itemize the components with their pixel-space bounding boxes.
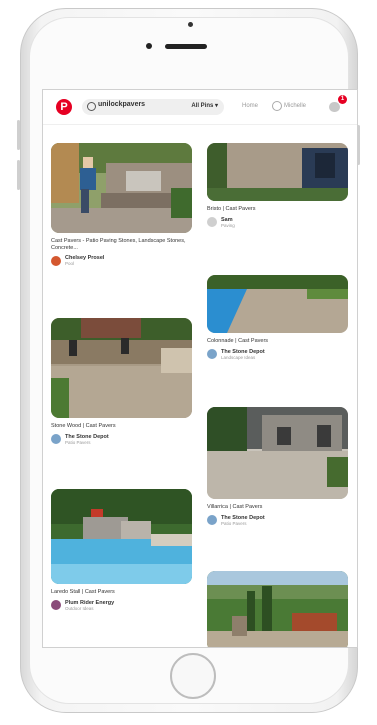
pin-user-name: The Stone Depot: [221, 348, 265, 355]
driveway-photo: [207, 143, 348, 201]
nav-home[interactable]: Home: [242, 103, 258, 109]
earpiece-speaker: [165, 44, 207, 49]
paver-patio-photo: [51, 318, 192, 418]
patio-steps-photo: [51, 143, 192, 233]
pin-user[interactable]: Chelsey Prosel Pool: [51, 255, 192, 266]
search-input[interactable]: unilockpavers All Pins ▾: [82, 99, 224, 115]
pin-board-name: Paving: [221, 222, 235, 228]
search-icon: [87, 102, 96, 111]
pins-filter-dropdown[interactable]: All Pins ▾: [191, 102, 218, 109]
pin-title[interactable]: Laredo Stall | Cast Pavers: [51, 589, 192, 596]
pin-image[interactable]: [207, 407, 348, 499]
pin-board-name: Pool: [65, 261, 75, 266]
app-screen: P unilockpavers All Pins ▾ Home Michelle…: [42, 89, 358, 648]
user-avatar: [51, 434, 61, 444]
front-camera: [146, 43, 152, 49]
pin-card[interactable]: Cast Pavers - Patio Paving Stones, Lands…: [51, 143, 192, 266]
pin-board-name: Patio Pavers: [65, 439, 91, 445]
pin-board-name: Patio Pavers: [221, 520, 247, 526]
pin-image[interactable]: [207, 571, 348, 647]
pool-deck-photo: [207, 275, 348, 333]
user-avatar: [207, 515, 217, 525]
pin-board-name: Landscape Ideas: [221, 354, 256, 360]
user-avatar: [51, 600, 61, 610]
pin-card[interactable]: Stone Wood | Cast Pavers The Stone Depot…: [51, 318, 192, 445]
stone-house-driveway-photo: [207, 407, 348, 499]
pin-title[interactable]: Villarrica | Cast Pavers: [207, 504, 348, 511]
pin-card[interactable]: Laredo Stall | Cast Pavers Plum Rider En…: [51, 489, 192, 611]
front-sensor: [188, 22, 193, 27]
pin-card[interactable]: Bristo | Cast Pavers Sam Paving: [207, 143, 348, 228]
pin-title[interactable]: Bristo | Cast Pavers: [207, 206, 348, 213]
nav-profile[interactable]: Michelle: [284, 103, 306, 109]
home-button[interactable]: [170, 653, 216, 699]
pin-title[interactable]: Cast Pavers - Patio Paving Stones, Lands…: [51, 238, 192, 251]
user-avatar: [207, 349, 217, 359]
pin-image[interactable]: [51, 143, 192, 233]
pin-user[interactable]: The Stone Depot Patio Pavers: [207, 515, 348, 526]
pin-user[interactable]: The Stone Depot Patio Pavers: [51, 434, 192, 445]
pin-card[interactable]: [207, 571, 348, 647]
chat-icon[interactable]: [329, 102, 340, 112]
pin-user-name: The Stone Depot: [221, 514, 265, 521]
pin-user[interactable]: The Stone Depot Landscape Ideas: [207, 349, 348, 360]
pin-card[interactable]: Villarrica | Cast Pavers The Stone Depot…: [207, 407, 348, 526]
pin-image[interactable]: [207, 275, 348, 333]
notification-badge[interactable]: 1: [338, 95, 347, 104]
user-avatar-icon[interactable]: [272, 101, 282, 111]
top-bar: P unilockpavers All Pins ▾ Home Michelle…: [43, 90, 357, 125]
pin-user[interactable]: Sam Paving: [207, 217, 348, 228]
pin-user[interactable]: Plum Rider Energy Outdoor Ideas: [51, 600, 192, 611]
pin-card[interactable]: Colonnade | Cast Pavers The Stone Depot …: [207, 275, 348, 360]
pinterest-logo[interactable]: P: [56, 99, 72, 115]
pool-waterfall-photo: [51, 489, 192, 584]
user-avatar: [51, 255, 61, 266]
pin-user-name: The Stone Depot: [65, 433, 109, 440]
pin-image[interactable]: [51, 318, 192, 418]
pin-image[interactable]: [51, 489, 192, 584]
pin-title[interactable]: Colonnade | Cast Pavers: [207, 338, 348, 345]
pin-user-name: Sam: [221, 216, 233, 223]
garden-patio-photo: [207, 571, 348, 647]
pin-title[interactable]: Stone Wood | Cast Pavers: [51, 423, 192, 430]
volume-button: [17, 160, 20, 190]
search-query: unilockpavers: [98, 101, 146, 108]
user-avatar: [207, 217, 217, 227]
pin-image[interactable]: [207, 143, 348, 201]
pin-user-name: Plum Rider Energy: [65, 599, 115, 606]
volume-button: [17, 120, 20, 150]
pin-board-name: Outdoor Ideas: [65, 605, 94, 611]
